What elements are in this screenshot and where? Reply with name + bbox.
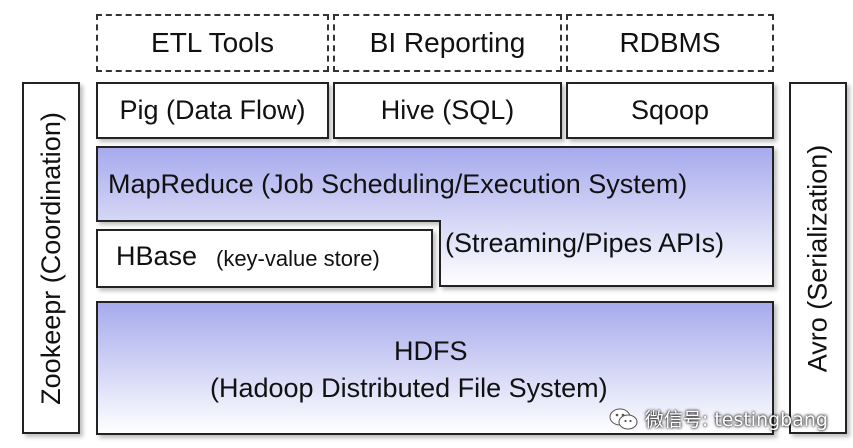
hbase-label: HBase [116, 241, 198, 271]
hbase-box: HBase (key-value store) [96, 229, 433, 288]
avro-label: Avro (Serialization) [802, 144, 833, 372]
hdfs-title: HDFS [394, 336, 468, 366]
zookeeper-label: Zookeepr (Coordination) [35, 111, 66, 405]
wechat-icon [609, 408, 638, 429]
mapreduce-streaming-label: (Streaming/Pipes APIs) [445, 228, 725, 258]
hdfs-subtitle: (Hadoop Distributed File System) [210, 373, 608, 403]
mapreduce-title: MapReduce (Job Scheduling/Execution Syst… [108, 169, 688, 199]
hbase-note: (key-value store) [216, 246, 380, 271]
watermark-text: 微信号: testingbang [644, 409, 828, 431]
zookeeper-box: Zookeepr (Coordination) [22, 82, 80, 434]
avro-box: Avro (Serialization) [789, 82, 847, 434]
watermark: 微信号: testingbang [609, 405, 828, 432]
